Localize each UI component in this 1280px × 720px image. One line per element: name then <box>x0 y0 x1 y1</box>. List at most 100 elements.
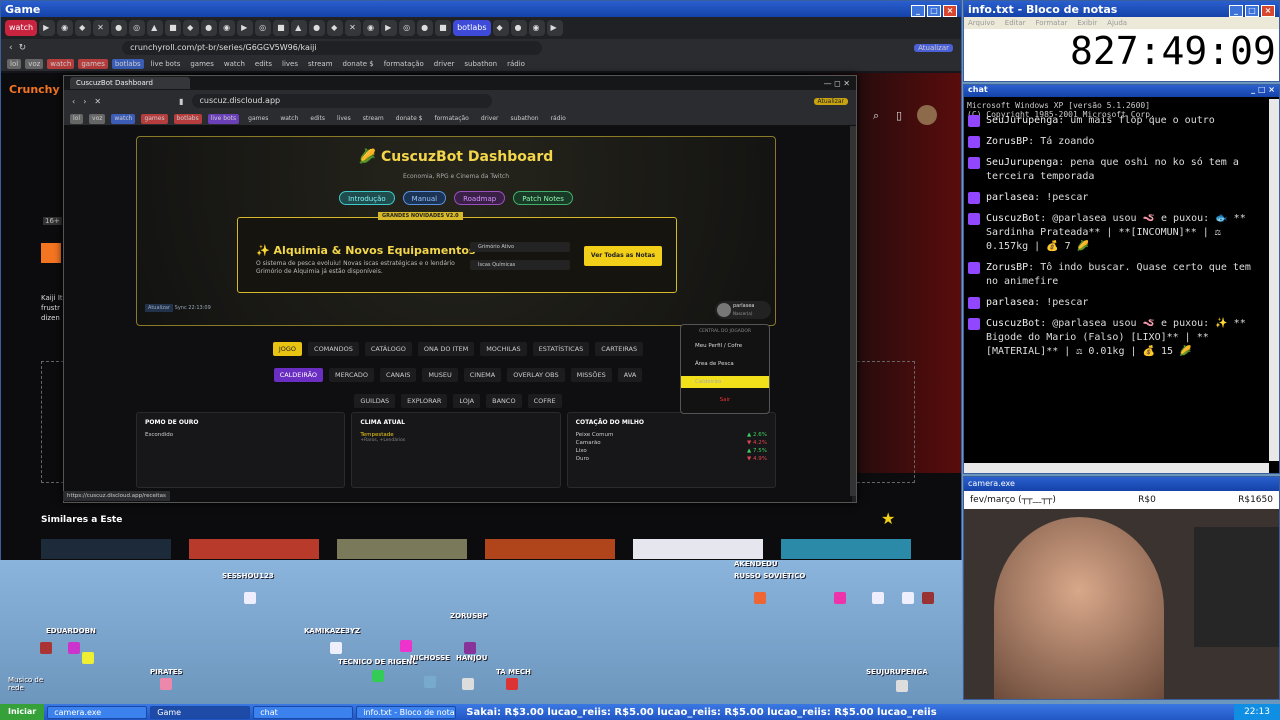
bookmark[interactable]: games <box>141 113 168 124</box>
bookmark[interactable]: subathon <box>508 114 542 124</box>
bookmark[interactable]: edits <box>252 59 275 69</box>
minimize-icon[interactable]: _ <box>911 5 925 17</box>
menu-exit[interactable]: Sair <box>681 394 769 406</box>
tab-icon[interactable]: ▶ <box>546 20 563 36</box>
nav-guildas[interactable]: GUILDAS <box>354 394 396 408</box>
similar-thumbnail[interactable] <box>781 539 911 559</box>
bookmark[interactable]: edits <box>307 114 328 124</box>
tab-icon[interactable]: ■ <box>435 20 452 36</box>
stop-icon[interactable]: ✕ <box>94 97 101 106</box>
tab-icon[interactable]: ◉ <box>363 20 380 36</box>
bookmark[interactable]: games <box>78 59 108 69</box>
play-button[interactable] <box>41 243 61 263</box>
start-button[interactable]: Iniciar <box>0 704 45 720</box>
similar-thumbnail[interactable] <box>485 539 615 559</box>
nav-canais[interactable]: CANAIS <box>380 368 417 382</box>
tab-icon[interactable]: ▶ <box>381 20 398 36</box>
similar-thumbnail[interactable] <box>633 539 763 559</box>
chat-hscrollbar[interactable] <box>964 463 1269 473</box>
tab-icon[interactable]: ◉ <box>219 20 236 36</box>
nav-loja[interactable]: LOJA <box>453 394 481 408</box>
tab-icon[interactable]: ▲ <box>291 20 308 36</box>
nav-mochilas[interactable]: MOCHILAS <box>480 342 527 356</box>
forward-icon[interactable]: › <box>83 97 86 106</box>
nav-overlay[interactable]: OVERLAY OBS <box>507 368 565 382</box>
bookmark[interactable]: games <box>245 114 271 124</box>
bookmark[interactable]: rádio <box>548 114 569 124</box>
bookmark[interactable]: lives <box>334 114 354 124</box>
nav-carteiras[interactable]: CARTEIRAS <box>595 342 644 356</box>
tab-icon[interactable]: ◆ <box>183 20 200 36</box>
bookmark[interactable]: donate $ <box>393 114 426 124</box>
back-icon[interactable]: ‹ <box>9 43 13 53</box>
inner-url-bar[interactable]: cuscuz.discloud.app <box>191 94 492 108</box>
tab-icon[interactable]: ✕ <box>345 20 362 36</box>
tab-icon[interactable]: ▶ <box>237 20 254 36</box>
notepad-titlebar[interactable]: info.txt - Bloco de notas _ □ × <box>964 1 1279 17</box>
tab-botlabs[interactable]: botlabs <box>453 20 491 36</box>
bookmark[interactable]: formatação <box>432 114 472 124</box>
bookmark[interactable]: lives <box>279 59 301 69</box>
bookmark[interactable]: stream <box>305 59 336 69</box>
nav-missoes[interactable]: MISSÕES <box>570 368 612 382</box>
tab-icon[interactable]: ● <box>201 20 218 36</box>
menu-profile[interactable]: Meu Perfil / Cofre <box>681 340 769 352</box>
menu-fishing-area[interactable]: Área de Pesca <box>681 358 769 370</box>
manual-button[interactable]: Manual <box>402 191 447 205</box>
bookmark[interactable]: live bots <box>148 59 184 69</box>
bookmark[interactable]: watch <box>277 114 301 124</box>
avatar[interactable] <box>917 105 937 125</box>
similar-thumbnail[interactable] <box>41 539 171 559</box>
tab-icon[interactable]: ◉ <box>57 20 74 36</box>
nav-caldeirao[interactable]: CALDEIRÃO <box>273 368 324 382</box>
chat-titlebar[interactable]: chat _ □ × <box>964 85 1279 97</box>
task-notepad[interactable]: info.txt - Bloco de notas <box>356 705 457 719</box>
minimize-icon[interactable]: _ <box>1229 5 1243 17</box>
menu-arquivo[interactable]: Arquivo <box>968 17 995 29</box>
refresh-button[interactable]: Atualizar <box>145 304 174 312</box>
bookmark[interactable]: donate $ <box>340 59 377 69</box>
bookmark[interactable]: driver <box>431 59 458 69</box>
nav-mercado[interactable]: MERCADO <box>329 368 375 382</box>
bookmark[interactable]: watch <box>111 113 136 124</box>
inner-window-controls[interactable]: — ◻ ✕ <box>824 79 856 88</box>
nav-comandos[interactable]: COMANDOS <box>308 342 359 356</box>
chat-scrollbar[interactable] <box>1269 99 1279 461</box>
nav-ava[interactable]: AVA <box>617 368 643 382</box>
bookmark[interactable]: lol <box>7 59 22 69</box>
bookmark[interactable]: voz <box>89 113 106 124</box>
tab-icon[interactable]: ● <box>417 20 434 36</box>
nav-item[interactable]: ONA DO ITEM <box>417 342 475 356</box>
bookmark[interactable]: games <box>187 59 217 69</box>
bookmark[interactable]: lol <box>70 113 84 124</box>
update-button[interactable]: Atualizar <box>914 44 953 52</box>
tab-icon[interactable]: ● <box>510 20 527 36</box>
task-camera[interactable]: camera.exe <box>47 705 148 719</box>
close-icon[interactable]: × <box>943 5 957 17</box>
menu-editar[interactable]: Editar <box>1005 17 1026 29</box>
bookmark[interactable]: subathon <box>461 59 500 69</box>
menu-cauldron[interactable]: Caldeirão <box>681 376 769 388</box>
bookmark[interactable]: rádio <box>504 59 528 69</box>
tab-icon[interactable]: ◎ <box>399 20 416 36</box>
tab-icon[interactable]: ▲ <box>147 20 164 36</box>
nav-estatisticas[interactable]: ESTATÍSTICAS <box>532 342 590 356</box>
tab-icon[interactable]: ● <box>309 20 326 36</box>
similar-thumbnail[interactable] <box>189 539 319 559</box>
nav-cinema[interactable]: CINEMA <box>463 368 502 382</box>
tab-icon[interactable]: ■ <box>273 20 290 36</box>
nav-catalogo[interactable]: CATÁLOGO <box>364 342 412 356</box>
see-all-notes-button[interactable]: Ver Todas as Notas <box>584 246 662 266</box>
bookmark-icon[interactable]: ▯ <box>896 109 902 122</box>
bookmark[interactable]: botlabs <box>111 59 144 69</box>
back-icon[interactable]: ‹ <box>72 97 75 106</box>
nav-cofre[interactable]: COFRE <box>527 394 562 408</box>
bookmark-star-icon[interactable]: ▮ <box>179 97 183 106</box>
tab-icon[interactable]: ◎ <box>255 20 272 36</box>
tab-icon[interactable]: ● <box>111 20 128 36</box>
menu-exibir[interactable]: Exibir <box>1077 17 1097 29</box>
bookmark[interactable]: watch <box>47 59 75 69</box>
tab-icon[interactable]: ◆ <box>327 20 344 36</box>
game-titlebar[interactable]: Game _ □ × <box>1 1 961 17</box>
tab-icon[interactable]: ◆ <box>492 20 509 36</box>
